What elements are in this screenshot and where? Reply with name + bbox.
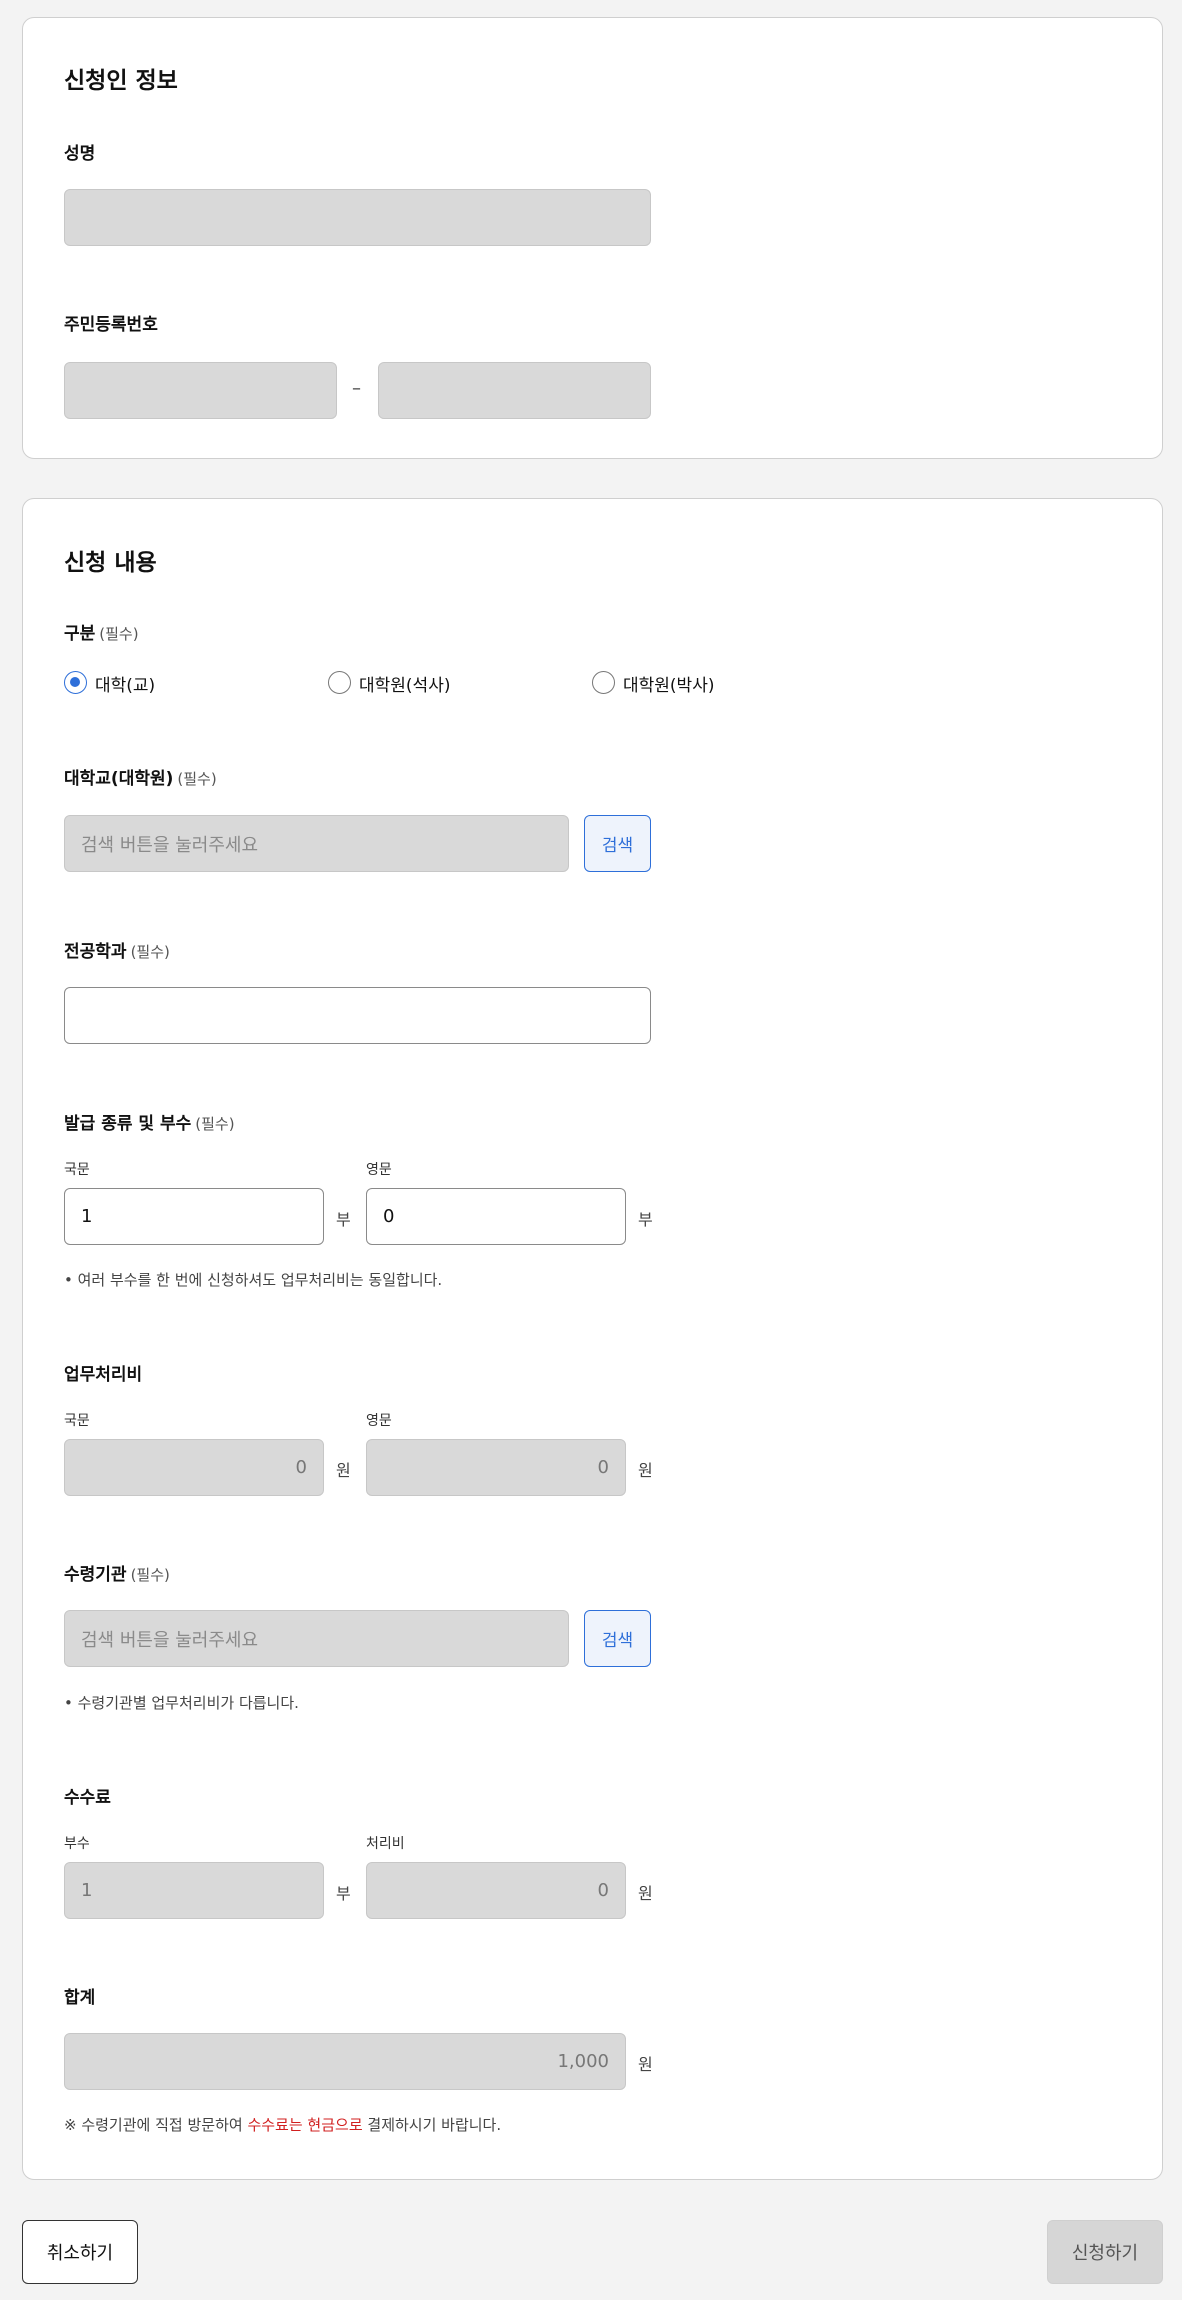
rrn-label: 주민등록번호 <box>64 315 158 335</box>
category-label: 구분 (필수) <box>64 619 139 644</box>
fee-copies-field: 1 <box>64 1862 324 1919</box>
processing-english-unit: 원 <box>638 1461 653 1480</box>
processing-korean-label: 국문 <box>64 1413 90 1429</box>
required-mark: (필수) <box>130 943 170 961</box>
university-label-text: 대학교(대학원) <box>64 769 174 789</box>
issue-english-label: 영문 <box>366 1162 392 1178</box>
major-input[interactable] <box>64 987 651 1044</box>
pickup-search-button[interactable]: 검색 <box>584 1610 651 1667</box>
issue-label: 발급 종류 및 부수 (필수) <box>64 1109 235 1134</box>
processing-english-field: 0 <box>366 1439 626 1496</box>
request-panel: 신청 내용 구분 (필수) 대학(교) 대학원(석사) 대학원(박사) 대학교(대… <box>22 498 1163 2180</box>
cancel-button[interactable]: 취소하기 <box>22 2220 138 2284</box>
request-section-title: 신청 내용 <box>64 550 157 576</box>
required-mark: (필수) <box>99 625 139 643</box>
required-mark: (필수) <box>130 1566 170 1584</box>
major-label: 전공학과 (필수) <box>64 937 170 962</box>
university-search-button[interactable]: 검색 <box>584 815 651 872</box>
name-label: 성명 <box>64 144 96 164</box>
issue-label-text: 발급 종류 및 부수 <box>64 1114 192 1134</box>
category-option-university[interactable]: 대학(교) <box>95 671 155 696</box>
category-option-doctoral[interactable]: 대학원(박사) <box>623 671 714 696</box>
issue-korean-unit: 부 <box>336 1210 351 1229</box>
category-radio-masters[interactable] <box>328 671 351 694</box>
category-radio-doctoral[interactable] <box>592 671 615 694</box>
category-radio-university[interactable] <box>64 671 87 694</box>
applicant-panel: 신청인 정보 성명 주민등록번호 – <box>22 17 1163 459</box>
rrn-separator: – <box>352 378 361 399</box>
required-mark: (필수) <box>195 1115 235 1133</box>
total-label: 합계 <box>64 1988 96 2008</box>
processing-fee-label: 업무처리비 <box>64 1365 143 1385</box>
rrn-front-field[interactable] <box>64 362 337 419</box>
fee-copies-unit: 부 <box>336 1884 351 1903</box>
total-note-highlight: 수수료는 현금으로 <box>247 2116 363 2134</box>
category-option-masters[interactable]: 대학원(석사) <box>359 671 450 696</box>
issue-korean-input[interactable]: 1 <box>64 1188 324 1245</box>
fee-handling-label: 처리비 <box>366 1836 405 1852</box>
pickup-field[interactable]: 검색 버튼을 눌러주세요 <box>64 1610 569 1667</box>
pickup-label-text: 수령기관 <box>64 1565 127 1585</box>
processing-korean-field: 0 <box>64 1439 324 1496</box>
total-field: 1,000 <box>64 2033 626 2090</box>
issue-note: • 여러 부수를 한 번에 신청하셔도 업무처리비는 동일합니다. <box>64 1271 443 1289</box>
applicant-section-title: 신청인 정보 <box>64 68 178 94</box>
processing-korean-unit: 원 <box>336 1461 351 1480</box>
issue-english-unit: 부 <box>638 1210 653 1229</box>
name-field[interactable] <box>64 189 651 246</box>
issue-korean-label: 국문 <box>64 1162 90 1178</box>
fee-copies-label: 부수 <box>64 1836 90 1852</box>
fee-handling-field: 0 <box>366 1862 626 1919</box>
pickup-note: • 수령기관별 업무처리비가 다릅니다. <box>64 1694 299 1712</box>
total-note-prefix: ※ 수령기관에 직접 방문하여 <box>64 2116 248 2134</box>
fee-handling-unit: 원 <box>638 1884 653 1903</box>
total-note-suffix: 결제하시기 바랍니다. <box>362 2116 502 2134</box>
total-note: ※ 수령기관에 직접 방문하여 수수료는 현금으로 결제하시기 바랍니다. <box>64 2114 501 2135</box>
processing-english-label: 영문 <box>366 1413 392 1429</box>
submit-button[interactable]: 신청하기 <box>1047 2220 1163 2284</box>
total-unit: 원 <box>638 2055 653 2074</box>
rrn-back-field[interactable] <box>378 362 651 419</box>
required-mark: (필수) <box>177 770 217 788</box>
major-label-text: 전공학과 <box>64 942 127 962</box>
fee-label: 수수료 <box>64 1788 111 1808</box>
category-label-text: 구분 <box>64 624 96 644</box>
pickup-label: 수령기관 (필수) <box>64 1560 170 1585</box>
university-field[interactable]: 검색 버튼을 눌러주세요 <box>64 815 569 872</box>
issue-english-input[interactable]: 0 <box>366 1188 626 1245</box>
university-label: 대학교(대학원) (필수) <box>64 764 217 789</box>
